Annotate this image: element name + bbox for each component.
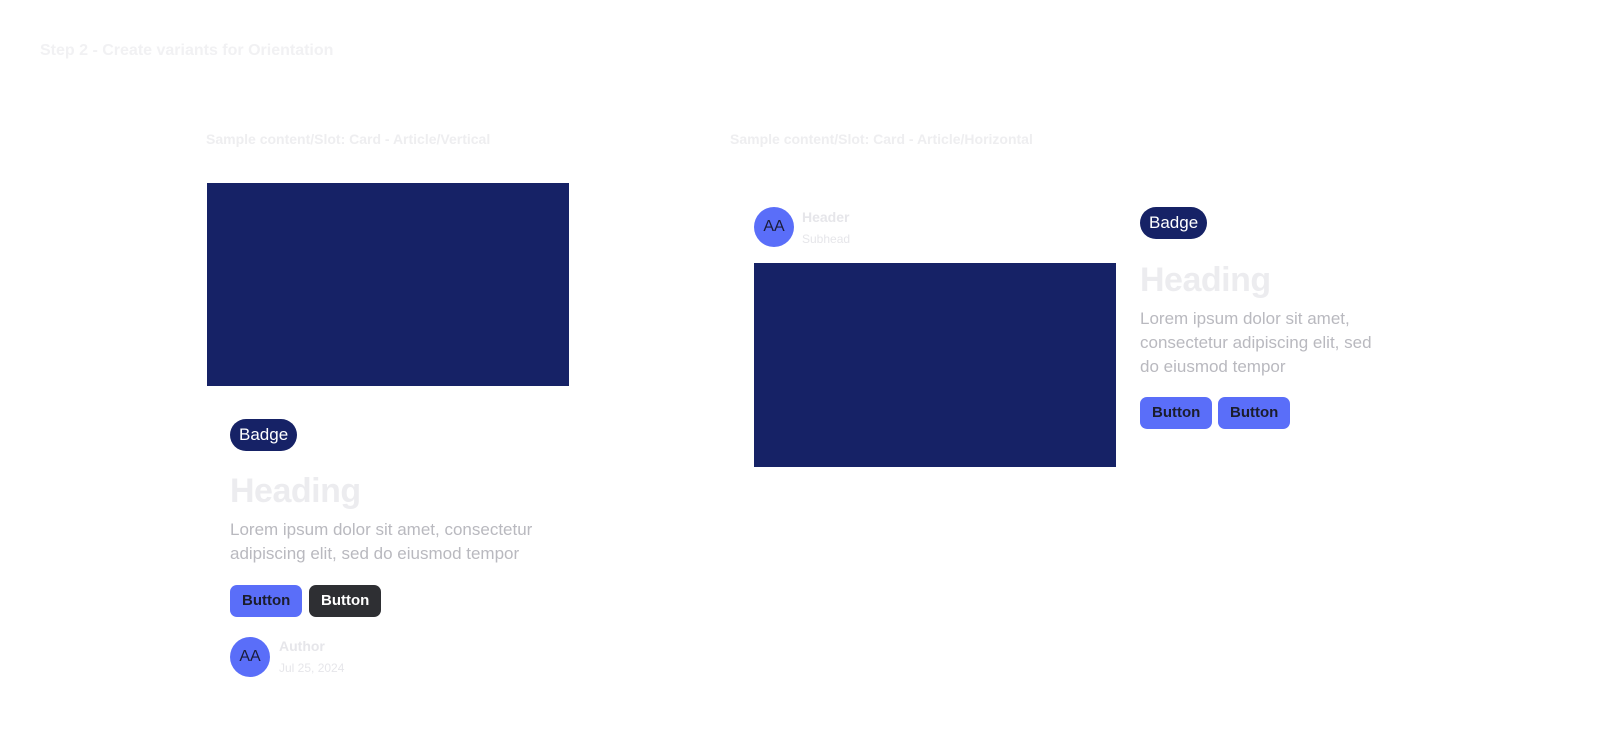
- header-avatar: AA: [754, 207, 794, 247]
- horizontal-secondary-button[interactable]: Button: [1218, 397, 1291, 429]
- author-avatar: AA: [230, 637, 270, 677]
- vertical-secondary-button[interactable]: Button: [309, 585, 382, 617]
- horizontal-card-media: [754, 263, 1116, 467]
- vertical-card-body: Lorem ipsum dolor sit amet, consectetur …: [230, 520, 533, 563]
- horizontal-card-badge: Badge: [1140, 207, 1208, 239]
- header-title: Header: [802, 209, 850, 225]
- header-subhead: Subhead: [802, 232, 851, 246]
- author-date: Jul 25, 2024: [279, 661, 345, 675]
- vertical-card-heading: Heading: [230, 472, 361, 510]
- vertical-frame-label: Sample content/Slot: Card - Article/Vert…: [206, 131, 491, 147]
- vertical-card-badge: Badge: [230, 419, 298, 451]
- vertical-primary-button[interactable]: Button: [230, 585, 303, 617]
- step-title: Step 2 - Create variants for Orientation: [40, 42, 334, 59]
- horizontal-card-body: Lorem ipsum dolor sit amet, consectetur …: [1140, 309, 1372, 376]
- horizontal-frame-label: Sample content/Slot: Card - Article/Hori…: [730, 131, 1033, 147]
- author-name: Author: [279, 638, 325, 654]
- horizontal-primary-button[interactable]: Button: [1140, 397, 1213, 429]
- horizontal-card-heading: Heading: [1140, 261, 1271, 299]
- vertical-card-media: [207, 183, 569, 386]
